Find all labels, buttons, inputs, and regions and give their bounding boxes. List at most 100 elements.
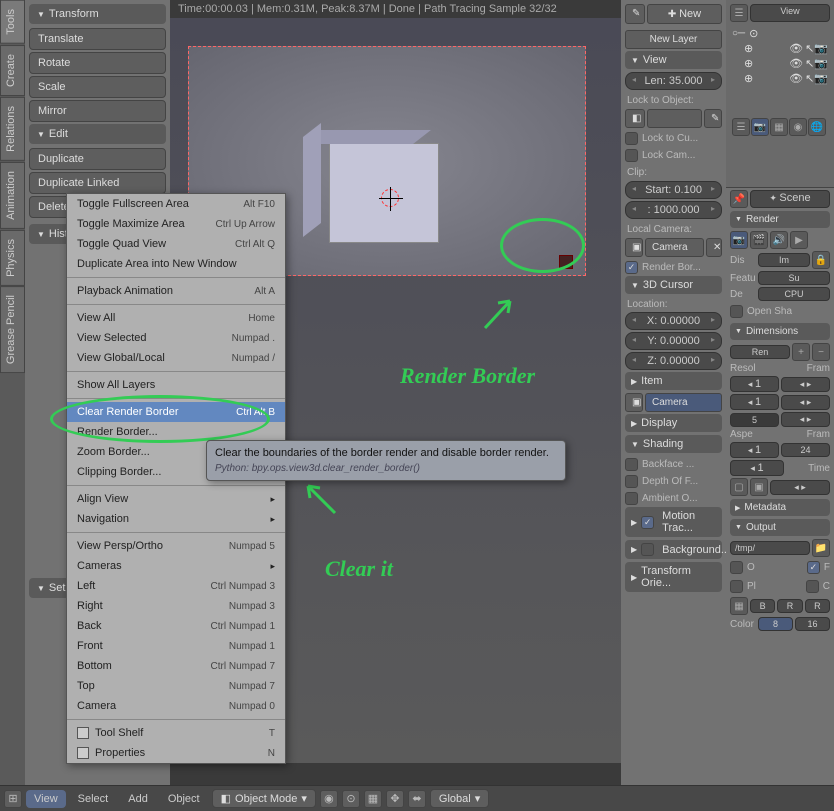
visibility-icon[interactable]: 👁 xyxy=(789,57,803,70)
prop-tab-render[interactable]: 📷 xyxy=(751,118,769,136)
lock-object-field[interactable] xyxy=(647,109,702,128)
editor-type-icon[interactable]: ⊞ xyxy=(4,790,22,808)
open-shading-check[interactable]: Open Sha xyxy=(730,303,830,320)
lens-field[interactable]: Len: 35.000 xyxy=(625,72,722,90)
new-layer-button[interactable]: New Layer xyxy=(625,30,722,49)
np-motion-header[interactable]: Motion Trac... xyxy=(625,507,722,537)
menu-item-show-all-layers[interactable]: Show All Layers xyxy=(67,375,285,395)
menu-item-properties[interactable]: PropertiesN xyxy=(67,743,285,763)
header-add-menu[interactable]: Add xyxy=(120,790,156,808)
translate-button[interactable]: Translate xyxy=(29,28,166,50)
cursor-z-field[interactable]: Z: 0.00000 xyxy=(625,352,722,370)
outliner-item-row-3[interactable]: ⊕👁↖📷 xyxy=(730,71,830,86)
menu-item-render-border-[interactable]: Render Border... xyxy=(67,422,285,442)
shading-icon[interactable]: ◉ xyxy=(320,790,338,808)
folder-icon[interactable]: 📁 xyxy=(812,539,830,557)
menu-item-left[interactable]: LeftCtrl Numpad 3 xyxy=(67,576,285,596)
renderable-icon[interactable]: 📷 xyxy=(814,42,828,55)
render-header[interactable]: Render xyxy=(730,211,830,228)
cursor-y-field[interactable]: Y: 0.00000 xyxy=(625,332,722,350)
placeholder-check[interactable]: Pl xyxy=(730,578,756,595)
menu-item-bottom[interactable]: BottomCtrl Numpad 7 xyxy=(67,656,285,676)
mode-dropdown[interactable]: ◧ Object Mode ▾ xyxy=(212,789,316,808)
output-path-field[interactable]: /tmp/ xyxy=(730,541,810,555)
menu-item-playback-animation[interactable]: Playback AnimationAlt A xyxy=(67,281,285,301)
clip-start-field[interactable]: Start: 0.100 xyxy=(625,181,722,199)
layers-icon[interactable]: ▦ xyxy=(364,790,382,808)
pivot-icon[interactable]: ⊙ xyxy=(342,790,360,808)
menu-item-clear-render-border[interactable]: Clear Render BorderCtrl Alt B xyxy=(67,402,285,422)
cursor-x-field[interactable]: X: 0.00000 xyxy=(625,312,722,330)
outliner-scene-row[interactable]: ○─ ⊙ xyxy=(730,26,830,41)
menu-item-right[interactable]: RightNumpad 3 xyxy=(67,596,285,616)
ren-preset[interactable]: Ren xyxy=(730,345,790,359)
cache-check[interactable]: C xyxy=(806,578,830,595)
duplicate-linked-button[interactable]: Duplicate Linked xyxy=(29,172,166,194)
vtab-grease-pencil[interactable]: Grease Pencil xyxy=(0,286,25,373)
pencil-icon[interactable]: ✎ xyxy=(625,4,645,24)
menu-item-align-view[interactable]: Align View xyxy=(67,489,285,509)
outliner-item-row[interactable]: ⊕👁↖📷 xyxy=(730,41,830,56)
visibility-icon[interactable]: 👁 xyxy=(789,42,803,55)
selectable-icon[interactable]: ↖ xyxy=(805,72,814,85)
lock-cursor-check[interactable]: Lock to Cu... xyxy=(625,130,722,147)
vtab-physics[interactable]: Physics xyxy=(0,230,25,286)
frame-step-field[interactable]: ◂ ▸ xyxy=(781,412,830,427)
lock-ui-icon[interactable]: 🔒 xyxy=(812,251,830,269)
menu-item-view-all[interactable]: View AllHome xyxy=(67,308,285,328)
np-item-header[interactable]: Item xyxy=(625,372,722,390)
menu-item-tool-shelf[interactable]: Tool ShelfT xyxy=(67,723,285,743)
rgb-btn[interactable]: R xyxy=(777,599,802,613)
aspx-field[interactable]: ◂ 1 xyxy=(730,442,779,458)
selectable-icon[interactable]: ↖ xyxy=(805,42,814,55)
vtab-create[interactable]: Create xyxy=(0,45,25,96)
visibility-icon[interactable]: 👁 xyxy=(789,72,803,85)
np-display-header[interactable]: Display xyxy=(625,414,722,432)
menu-item-cameras[interactable]: Cameras xyxy=(67,556,285,576)
render-audio-icon[interactable]: 🔊 xyxy=(770,231,788,249)
resx-field[interactable]: ◂ 1 xyxy=(730,376,779,392)
vtab-relations[interactable]: Relations xyxy=(0,97,25,161)
preset-del-icon[interactable]: − xyxy=(812,343,830,361)
outliner-item-row-2[interactable]: ⊕👁↖📷 xyxy=(730,56,830,71)
backface-check[interactable]: Backface ... xyxy=(625,456,722,473)
mirror-button[interactable]: Mirror xyxy=(29,100,166,122)
header-view-menu[interactable]: View xyxy=(26,790,66,808)
aspy-field[interactable]: ◂ 1 xyxy=(730,460,784,476)
header-object-menu[interactable]: Object xyxy=(160,790,208,808)
frame-end-field[interactable]: ◂ ▸ xyxy=(781,395,830,410)
menu-item-toggle-quad-view[interactable]: Toggle Quad ViewCtrl Alt Q xyxy=(67,234,285,254)
overwrite-check[interactable]: O xyxy=(730,559,755,576)
new-button[interactable]: ✚ New xyxy=(647,4,722,24)
vtab-animation[interactable]: Animation xyxy=(0,162,25,229)
camera-field[interactable]: Camera xyxy=(645,238,704,257)
duplicate-button[interactable]: Duplicate xyxy=(29,148,166,170)
preset-add-icon[interactable]: + xyxy=(792,343,810,361)
panel-edit[interactable]: Edit xyxy=(29,124,166,144)
resy-field[interactable]: ◂ 1 xyxy=(730,394,779,410)
depth-16-btn[interactable]: 16 xyxy=(795,617,830,631)
device-dropdown[interactable]: CPU xyxy=(758,287,830,301)
output-header[interactable]: Output xyxy=(730,519,830,536)
scale-button[interactable]: Scale xyxy=(29,76,166,98)
render-anim-icon[interactable]: 🎬 xyxy=(750,231,768,249)
selectable-icon[interactable]: ↖ xyxy=(805,57,814,70)
menu-item-toggle-maximize-area[interactable]: Toggle Maximize AreaCtrl Up Arrow xyxy=(67,214,285,234)
menu-item-front[interactable]: FrontNumpad 1 xyxy=(67,636,285,656)
eyedropper-icon[interactable]: ✎ xyxy=(704,109,722,128)
np-cursor-header[interactable]: 3D Cursor xyxy=(625,276,722,294)
frame-start-field[interactable]: ◂ ▸ xyxy=(781,377,830,392)
menu-item-view-global-local[interactable]: View Global/LocalNumpad / xyxy=(67,348,285,368)
outliner-view-dropdown[interactable]: View xyxy=(750,4,830,22)
time-field[interactable]: ◂ ▸ xyxy=(770,480,830,495)
render-play-icon[interactable]: ▶ xyxy=(790,231,808,249)
item-camera-field[interactable]: Camera xyxy=(645,393,722,412)
render-border-check[interactable]: Render Bor... xyxy=(625,259,722,276)
scene-breadcrumb[interactable]: ✦ Scene xyxy=(750,190,830,208)
menu-item-view-persp-ortho[interactable]: View Persp/OrthoNumpad 5 xyxy=(67,536,285,556)
menu-item-navigation[interactable]: Navigation xyxy=(67,509,285,529)
res-pct-field[interactable]: 5 xyxy=(730,413,779,427)
outliner-type-icon[interactable]: ☰ xyxy=(730,4,748,22)
np-shading-header[interactable]: Shading xyxy=(625,435,722,453)
depth-8-btn[interactable]: 8 xyxy=(758,617,793,631)
